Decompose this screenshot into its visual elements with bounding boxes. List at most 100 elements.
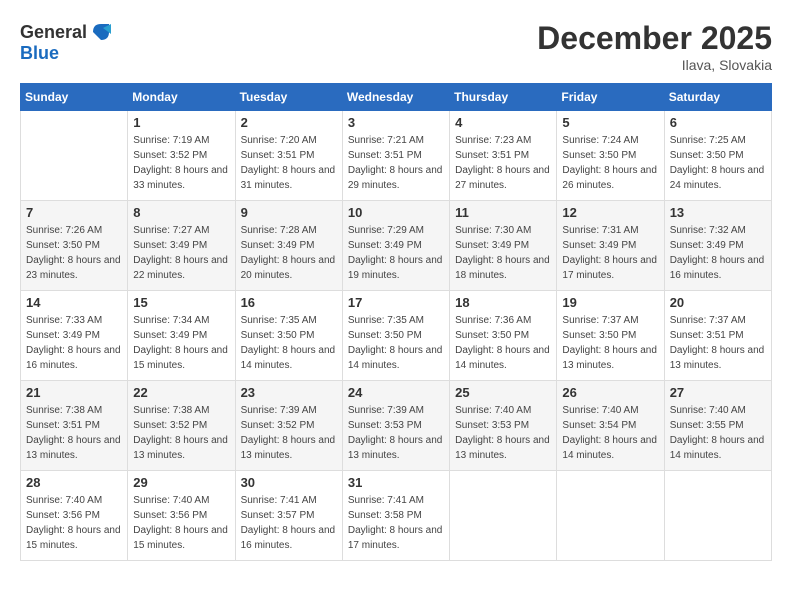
day-number: 20	[670, 295, 766, 310]
day-number: 1	[133, 115, 229, 130]
day-number: 19	[562, 295, 658, 310]
day-info: Sunrise: 7:40 AMSunset: 3:55 PMDaylight:…	[670, 403, 766, 463]
calendar-header-tuesday: Tuesday	[235, 84, 342, 111]
calendar-cell: 9Sunrise: 7:28 AMSunset: 3:49 PMDaylight…	[235, 201, 342, 291]
day-info: Sunrise: 7:40 AMSunset: 3:54 PMDaylight:…	[562, 403, 658, 463]
day-number: 29	[133, 475, 229, 490]
day-number: 15	[133, 295, 229, 310]
calendar-cell: 30 Sunrise: 7:41 AMSunset: 3:57 PMDayligh…	[235, 471, 342, 561]
calendar-cell: 14 Sunrise: 7:33 AMSunset: 3:49 PMDayligh…	[21, 291, 128, 381]
calendar-cell: 2Sunrise: 7:20 AMSunset: 3:51 PMDaylight…	[235, 111, 342, 201]
day-info: Sunrise: 7:38 AMSunset: 3:52 PMDaylight:…	[133, 403, 229, 463]
day-number: 18	[455, 295, 551, 310]
calendar-cell: 12Sunrise: 7:31 AMSunset: 3:49 PMDayligh…	[557, 201, 664, 291]
day-number: 23	[241, 385, 337, 400]
day-info: Sunrise: 7:27 AMSunset: 3:49 PMDaylight:…	[133, 223, 229, 283]
calendar-cell: 8 Sunrise: 7:27 AMSunset: 3:49 PMDaylight…	[128, 201, 235, 291]
day-number: 21	[26, 385, 122, 400]
calendar-cell: 10Sunrise: 7:29 AMSunset: 3:49 PMDayligh…	[342, 201, 449, 291]
calendar-week-1: 1 Sunrise: 7:19 AMSunset: 3:52 PMDaylight…	[21, 111, 772, 201]
calendar-cell: 5 Sunrise: 7:24 AMSunset: 3:50 PMDaylight…	[557, 111, 664, 201]
calendar-cell: 28 Sunrise: 7:40 AMSunset: 3:56 PMDayligh…	[21, 471, 128, 561]
calendar-cell: 29Sunrise: 7:40 AMSunset: 3:56 PMDayligh…	[128, 471, 235, 561]
calendar-header-friday: Friday	[557, 84, 664, 111]
calendar-cell: 11 Sunrise: 7:30 AMSunset: 3:49 PMDayligh…	[450, 201, 557, 291]
day-info: Sunrise: 7:34 AMSunset: 3:49 PMDaylight:…	[133, 313, 229, 373]
day-info: Sunrise: 7:19 AMSunset: 3:52 PMDaylight:…	[133, 133, 229, 193]
day-number: 16	[241, 295, 337, 310]
calendar-week-5: 28 Sunrise: 7:40 AMSunset: 3:56 PMDayligh…	[21, 471, 772, 561]
calendar-header-sunday: Sunday	[21, 84, 128, 111]
day-number: 3	[348, 115, 444, 130]
day-info: Sunrise: 7:38 AMSunset: 3:51 PMDaylight:…	[26, 403, 122, 463]
day-info: Sunrise: 7:31 AMSunset: 3:49 PMDaylight:…	[562, 223, 658, 283]
day-info: Sunrise: 7:36 AMSunset: 3:50 PMDaylight:…	[455, 313, 551, 373]
calendar-cell: 23 Sunrise: 7:39 AMSunset: 3:52 PMDayligh…	[235, 381, 342, 471]
day-number: 14	[26, 295, 122, 310]
day-number: 9	[241, 205, 337, 220]
day-number: 8	[133, 205, 229, 220]
day-info: Sunrise: 7:41 AMSunset: 3:57 PMDaylight:…	[241, 493, 337, 553]
day-info: Sunrise: 7:24 AMSunset: 3:50 PMDaylight:…	[562, 133, 658, 193]
calendar-cell: 26 Sunrise: 7:40 AMSunset: 3:54 PMDayligh…	[557, 381, 664, 471]
calendar-cell: 1 Sunrise: 7:19 AMSunset: 3:52 PMDaylight…	[128, 111, 235, 201]
page-header: General Blue December 2025 Ilava, Slovak…	[20, 20, 772, 73]
location: Ilava, Slovakia	[537, 57, 772, 73]
day-info: Sunrise: 7:25 AMSunset: 3:50 PMDaylight:…	[670, 133, 766, 193]
calendar-week-2: 7Sunrise: 7:26 AMSunset: 3:50 PMDaylight…	[21, 201, 772, 291]
day-number: 27	[670, 385, 766, 400]
calendar-cell: 7Sunrise: 7:26 AMSunset: 3:50 PMDaylight…	[21, 201, 128, 291]
calendar-cell: 31 Sunrise: 7:41 AMSunset: 3:58 PMDayligh…	[342, 471, 449, 561]
calendar-cell: 20Sunrise: 7:37 AMSunset: 3:51 PMDayligh…	[664, 291, 771, 381]
calendar-cell: 18 Sunrise: 7:36 AMSunset: 3:50 PMDayligh…	[450, 291, 557, 381]
calendar-header-saturday: Saturday	[664, 84, 771, 111]
calendar-cell: 25Sunrise: 7:40 AMSunset: 3:53 PMDayligh…	[450, 381, 557, 471]
day-info: Sunrise: 7:33 AMSunset: 3:49 PMDaylight:…	[26, 313, 122, 373]
day-info: Sunrise: 7:39 AMSunset: 3:52 PMDaylight:…	[241, 403, 337, 463]
calendar-cell: 24Sunrise: 7:39 AMSunset: 3:53 PMDayligh…	[342, 381, 449, 471]
day-number: 4	[455, 115, 551, 130]
day-number: 13	[670, 205, 766, 220]
calendar-cell: 4 Sunrise: 7:23 AMSunset: 3:51 PMDaylight…	[450, 111, 557, 201]
calendar-header-row: SundayMondayTuesdayWednesdayThursdayFrid…	[21, 84, 772, 111]
calendar-cell: 21 Sunrise: 7:38 AMSunset: 3:51 PMDayligh…	[21, 381, 128, 471]
calendar-cell: 17 Sunrise: 7:35 AMSunset: 3:50 PMDayligh…	[342, 291, 449, 381]
calendar-cell: 6 Sunrise: 7:25 AMSunset: 3:50 PMDaylight…	[664, 111, 771, 201]
calendar-cell: 16Sunrise: 7:35 AMSunset: 3:50 PMDayligh…	[235, 291, 342, 381]
calendar-cell	[21, 111, 128, 201]
title-block: December 2025 Ilava, Slovakia	[537, 20, 772, 73]
day-info: Sunrise: 7:40 AMSunset: 3:56 PMDaylight:…	[26, 493, 122, 553]
calendar-cell: 22 Sunrise: 7:38 AMSunset: 3:52 PMDayligh…	[128, 381, 235, 471]
day-number: 26	[562, 385, 658, 400]
day-number: 28	[26, 475, 122, 490]
calendar-header-thursday: Thursday	[450, 84, 557, 111]
day-number: 6	[670, 115, 766, 130]
calendar-cell	[450, 471, 557, 561]
day-info: Sunrise: 7:30 AMSunset: 3:49 PMDaylight:…	[455, 223, 551, 283]
month-title: December 2025	[537, 20, 772, 57]
calendar-cell: 3Sunrise: 7:21 AMSunset: 3:51 PMDaylight…	[342, 111, 449, 201]
calendar-header-wednesday: Wednesday	[342, 84, 449, 111]
calendar-week-3: 14 Sunrise: 7:33 AMSunset: 3:49 PMDayligh…	[21, 291, 772, 381]
logo-general-text: General	[20, 23, 87, 41]
day-info: Sunrise: 7:41 AMSunset: 3:58 PMDaylight:…	[348, 493, 444, 553]
day-number: 31	[348, 475, 444, 490]
day-number: 7	[26, 205, 122, 220]
day-info: Sunrise: 7:39 AMSunset: 3:53 PMDaylight:…	[348, 403, 444, 463]
day-number: 17	[348, 295, 444, 310]
calendar-cell	[557, 471, 664, 561]
day-number: 11	[455, 205, 551, 220]
day-number: 2	[241, 115, 337, 130]
calendar-cell: 19 Sunrise: 7:37 AMSunset: 3:50 PMDayligh…	[557, 291, 664, 381]
day-info: Sunrise: 7:37 AMSunset: 3:50 PMDaylight:…	[562, 313, 658, 373]
day-number: 22	[133, 385, 229, 400]
day-info: Sunrise: 7:23 AMSunset: 3:51 PMDaylight:…	[455, 133, 551, 193]
day-number: 5	[562, 115, 658, 130]
logo-blue-text: Blue	[20, 44, 113, 62]
calendar-header-monday: Monday	[128, 84, 235, 111]
day-info: Sunrise: 7:35 AMSunset: 3:50 PMDaylight:…	[348, 313, 444, 373]
calendar-cell: 15 Sunrise: 7:34 AMSunset: 3:49 PMDayligh…	[128, 291, 235, 381]
calendar-table: SundayMondayTuesdayWednesdayThursdayFrid…	[20, 83, 772, 561]
day-number: 25	[455, 385, 551, 400]
day-number: 30	[241, 475, 337, 490]
